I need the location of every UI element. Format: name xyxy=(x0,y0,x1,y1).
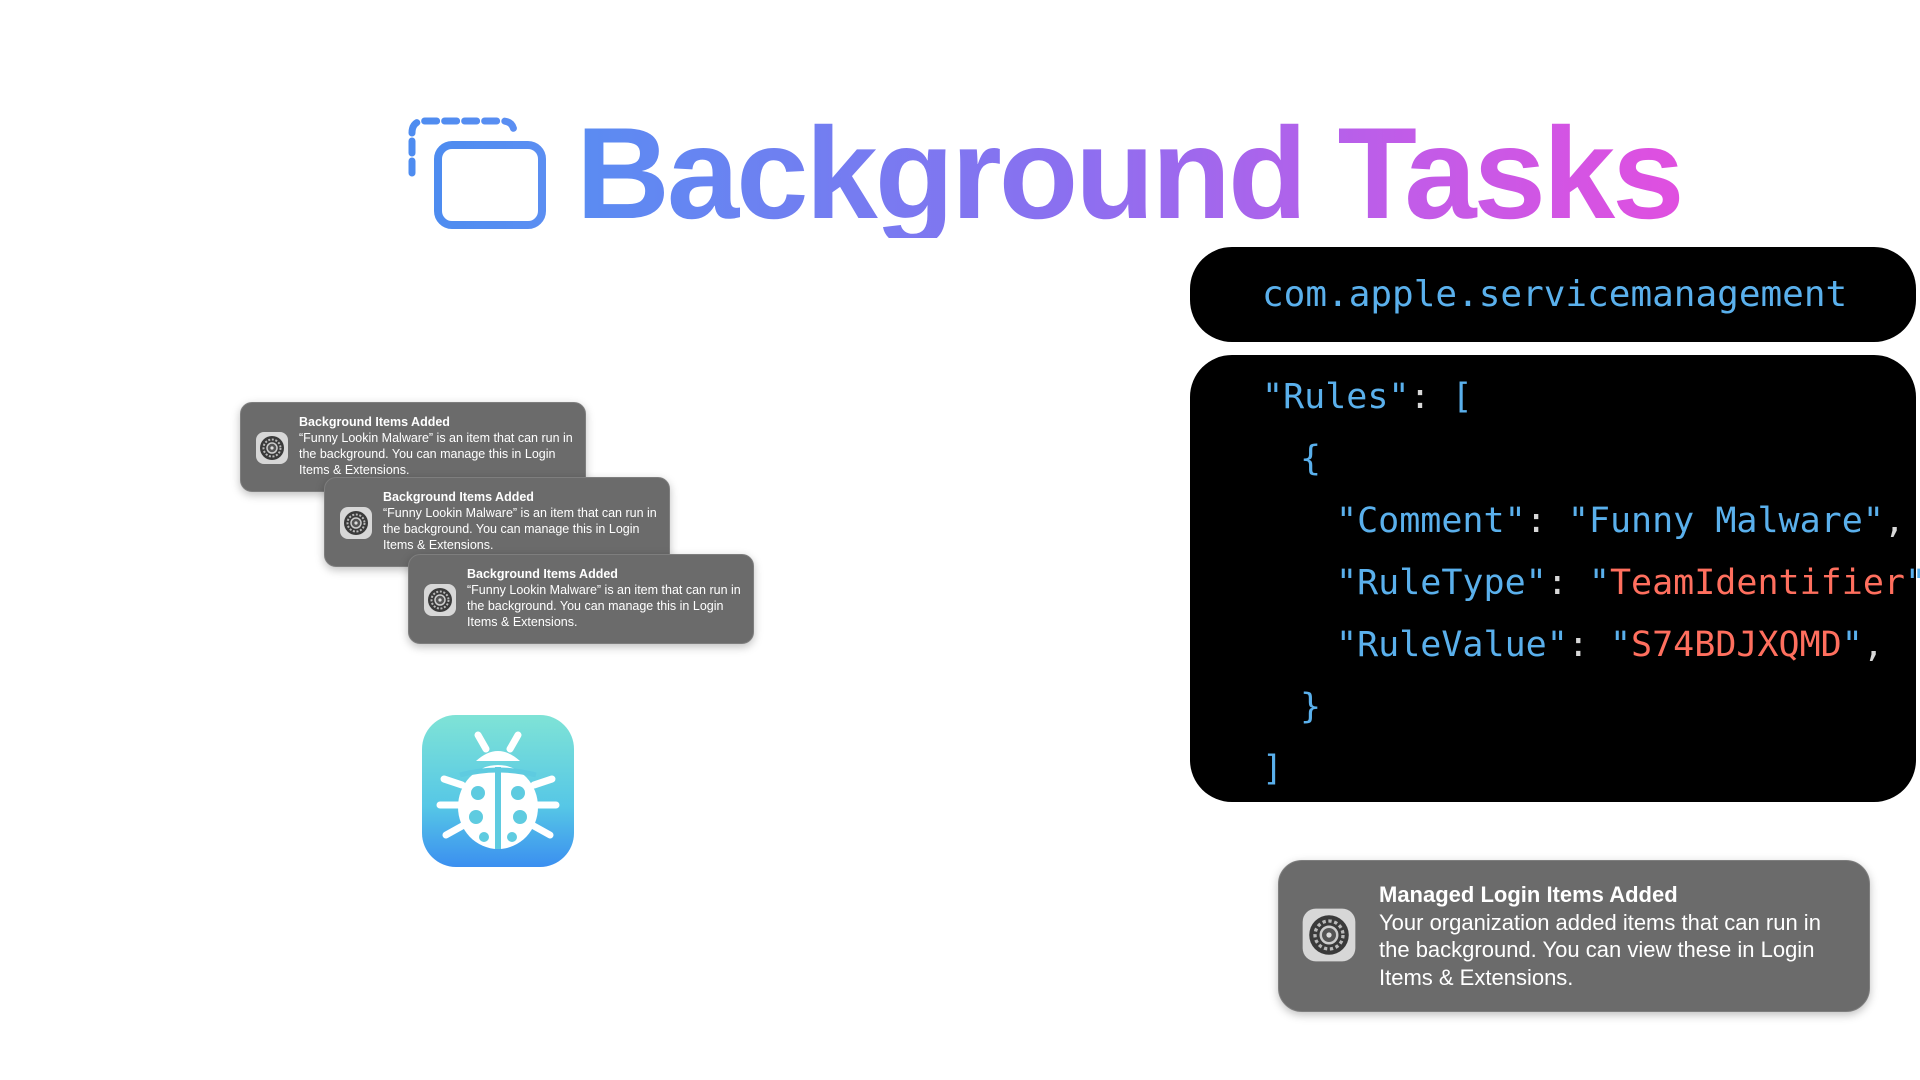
code-line-close-bracket: ] xyxy=(1262,749,1283,789)
ladybug-icon xyxy=(422,715,574,867)
notification-title: Background Items Added xyxy=(299,415,450,429)
quote: " xyxy=(1905,563,1920,603)
rules-key: "Rules" xyxy=(1262,377,1410,417)
code-line-comment: "Comment": "Funny Malware", xyxy=(1336,501,1905,541)
notification-body: “Funny Lookin Malware” is an item that c… xyxy=(299,431,573,477)
open-brace: { xyxy=(1300,439,1322,479)
rulevalue-value: S74BDJXQMD xyxy=(1631,625,1842,665)
system-settings-gear-icon xyxy=(424,584,456,616)
comment-value: "Funny Malware" xyxy=(1567,501,1884,541)
system-settings-gear-icon xyxy=(1302,908,1356,962)
comma: , xyxy=(1862,625,1884,665)
notification-text: Background Items Added “Funny Lookin Mal… xyxy=(383,489,663,553)
ruletype-key: "RuleType" xyxy=(1336,563,1547,603)
notification-body: Your organization added items that can r… xyxy=(1379,909,1821,990)
comment-key: "Comment" xyxy=(1336,501,1526,541)
comma: , xyxy=(1883,501,1905,541)
code-line-ruletype: "RuleType": "TeamIdentifier", xyxy=(1336,563,1920,603)
stacked-windows-icon xyxy=(408,117,546,229)
notification-body: “Funny Lookin Malware” is an item that c… xyxy=(383,506,657,552)
notification-text: Managed Login Items Added Your organizat… xyxy=(1379,881,1849,991)
system-settings-gear-icon xyxy=(340,507,372,539)
colon: : xyxy=(1567,625,1610,665)
notification-text: Background Items Added “Funny Lookin Mal… xyxy=(467,566,747,630)
rules-code-panel: "Rules": [ { "Comment": "Funny Malware",… xyxy=(1190,355,1920,802)
colon: : xyxy=(1409,377,1452,417)
page-title: Background Tasks xyxy=(576,100,1684,246)
code-line-rulevalue: "RuleValue": "S74BDJXQMD", xyxy=(1336,625,1884,665)
notification-body: “Funny Lookin Malware” is an item that c… xyxy=(467,583,741,629)
close-brace: } xyxy=(1300,687,1322,727)
open-bracket: [ xyxy=(1451,377,1473,417)
notification-title: Managed Login Items Added xyxy=(1379,882,1678,907)
managed-login-items-notification[interactable]: Managed Login Items Added Your organizat… xyxy=(1278,860,1870,1012)
quote: " xyxy=(1609,625,1632,665)
close-bracket: ] xyxy=(1262,749,1284,789)
title: Background Tasks xyxy=(408,100,1684,246)
code-line-rules: "Rules": [ xyxy=(1262,377,1473,417)
code-line-close-brace: } xyxy=(1300,687,1321,727)
quote: " xyxy=(1841,625,1863,665)
rulevalue-key: "RuleValue" xyxy=(1336,625,1568,665)
ruletype-value: TeamIdentifier xyxy=(1609,563,1905,603)
background-items-notification-3[interactable]: Background Items Added “Funny Lookin Mal… xyxy=(408,554,754,644)
preference-domain-panel: com.apple.servicemanagement xyxy=(1190,247,1916,342)
system-settings-gear-icon xyxy=(256,432,288,464)
colon: : xyxy=(1546,563,1589,603)
code-line-open-brace: { xyxy=(1300,439,1321,479)
quote: " xyxy=(1588,563,1610,603)
notification-title: Background Items Added xyxy=(467,567,618,581)
preference-domain-text: com.apple.servicemanagement xyxy=(1262,274,1848,315)
notification-text: Background Items Added “Funny Lookin Mal… xyxy=(299,414,579,478)
notification-title: Background Items Added xyxy=(383,490,534,504)
colon: : xyxy=(1525,501,1568,541)
